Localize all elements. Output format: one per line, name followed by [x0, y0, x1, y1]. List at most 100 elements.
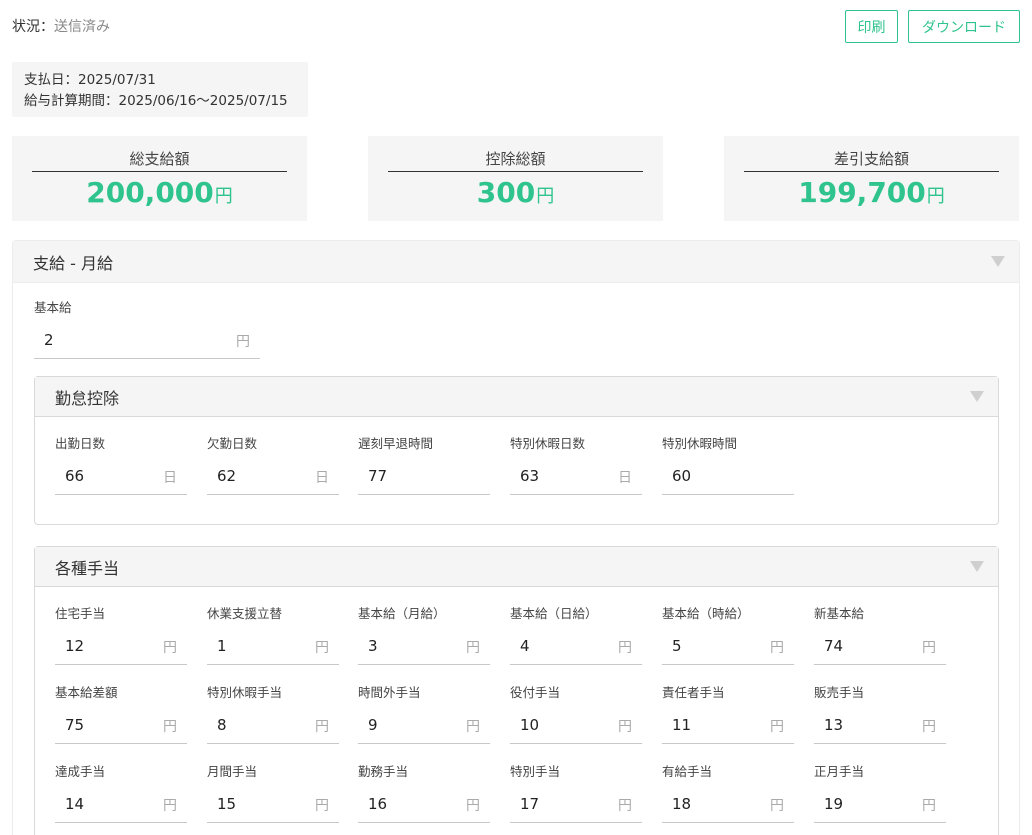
- field-unit: 円: [163, 798, 177, 814]
- field-value: 9: [368, 716, 378, 734]
- field-label: 遅刻早退時間: [358, 436, 434, 451]
- field-unit: 円: [770, 640, 784, 656]
- base-pay-unit: 円: [236, 334, 250, 350]
- field-input[interactable]: 60: [662, 457, 794, 495]
- field-input[interactable]: 10 円: [510, 706, 642, 744]
- field-unit: 円: [922, 640, 936, 656]
- field-input[interactable]: 66 日: [55, 457, 187, 495]
- field-label: 基本給（日給）: [510, 606, 598, 621]
- field-input[interactable]: 18 円: [662, 785, 794, 823]
- field-input[interactable]: 74 円: [814, 627, 946, 665]
- field-input[interactable]: 62 日: [207, 457, 339, 495]
- field-value: 19: [824, 795, 844, 813]
- allowances-title: 各種手当: [55, 558, 120, 578]
- field-unit: 日: [618, 470, 632, 486]
- collapse-triangle-icon[interactable]: [991, 256, 1005, 267]
- field-input[interactable]: 13 円: [814, 706, 946, 744]
- field-input[interactable]: 14 円: [55, 785, 187, 823]
- field-unit: 円: [163, 640, 177, 656]
- attendance-deduction-header[interactable]: 勤怠控除: [35, 377, 998, 417]
- field-unit: 円: [770, 719, 784, 735]
- allowance-field: 基本給（月給） 3 円: [358, 603, 490, 665]
- field-input[interactable]: 17 円: [510, 785, 642, 823]
- field-label: 特別休暇日数: [510, 436, 586, 451]
- collapse-triangle-icon[interactable]: [970, 561, 984, 572]
- pay-period: 給与計算期間：2025/06/16〜2025/07/15: [24, 93, 288, 109]
- field-value: 15: [217, 795, 237, 813]
- field-value: 3: [368, 637, 378, 655]
- field-value: 75: [65, 716, 85, 734]
- collapse-triangle-icon[interactable]: [970, 391, 984, 402]
- allowance-field: 販売手当 13 円: [814, 682, 946, 744]
- field-value: 5: [672, 637, 682, 655]
- net-pay-card: 差引支給額 199,700円: [724, 136, 1019, 221]
- field-input[interactable]: 12 円: [55, 627, 187, 665]
- field-label: 責任者手当: [662, 685, 725, 700]
- allowance-field: 有給手当 18 円: [662, 761, 794, 823]
- monthly-pay-title: 支給 - 月給: [33, 253, 113, 273]
- allowance-field: 達成手当 14 円: [55, 761, 187, 823]
- net-pay-value: 199,700: [798, 176, 926, 209]
- field-value: 18: [672, 795, 692, 813]
- monthly-pay-header[interactable]: 支給 - 月給: [13, 241, 1019, 283]
- field-label: 基本給（時給）: [662, 606, 750, 621]
- field-unit: 円: [922, 719, 936, 735]
- field-unit: 円: [618, 640, 632, 656]
- field-label: 基本給差額: [55, 685, 118, 700]
- field-input[interactable]: 5円: [662, 627, 794, 665]
- field-value: 13: [824, 716, 844, 734]
- field-input[interactable]: 8円: [207, 706, 339, 744]
- base-pay-label: 基本給: [34, 300, 72, 315]
- field-input[interactable]: 4円: [510, 627, 642, 665]
- base-pay-value: 2: [44, 331, 54, 349]
- net-pay-label: 差引支給額: [744, 148, 999, 172]
- field-input[interactable]: 19 円: [814, 785, 946, 823]
- deduction-total-card: 控除総額 300円: [368, 136, 663, 221]
- field-input[interactable]: 1円: [207, 627, 339, 665]
- field-input[interactable]: 63 日: [510, 457, 642, 495]
- gross-pay-card: 総支給額 200,000円: [12, 136, 307, 221]
- field-label: 特別休暇手当: [207, 685, 283, 700]
- payment-date: 支払日：2025/07/31: [24, 72, 156, 88]
- field-unit: 円: [466, 719, 480, 735]
- gross-pay-label: 総支給額: [32, 148, 287, 172]
- field-input[interactable]: 77: [358, 457, 490, 495]
- field-input[interactable]: 15 円: [207, 785, 339, 823]
- download-button[interactable]: ダウンロード: [908, 10, 1020, 43]
- field-input[interactable]: 11 円: [662, 706, 794, 744]
- field-label: 有給手当: [662, 764, 713, 779]
- attendance-field: 特別休暇日数 63 日: [510, 433, 642, 495]
- allowances-header[interactable]: 各種手当: [35, 547, 998, 587]
- print-button[interactable]: 印刷: [845, 10, 898, 43]
- field-value: 60: [672, 467, 692, 485]
- field-value: 4: [520, 637, 530, 655]
- base-pay-input[interactable]: 2 円: [34, 321, 260, 359]
- field-value: 62: [217, 467, 237, 485]
- allowance-field: 正月手当 19 円: [814, 761, 946, 823]
- field-value: 77: [368, 467, 388, 485]
- field-input[interactable]: 75 円: [55, 706, 187, 744]
- field-unit: 円: [163, 719, 177, 735]
- field-unit: 円: [315, 640, 329, 656]
- gross-pay-unit: 円: [214, 186, 233, 207]
- field-value: 12: [65, 637, 85, 655]
- field-input[interactable]: 16 円: [358, 785, 490, 823]
- gross-pay-amount: 200,000円: [12, 176, 307, 209]
- allowance-field: 基本給（時給） 5 円: [662, 603, 794, 665]
- attendance-field: 出勤日数 66 日: [55, 433, 187, 495]
- deduction-total-unit: 円: [536, 186, 555, 207]
- field-unit: 円: [922, 798, 936, 814]
- field-label: 休業支援立替: [207, 606, 283, 621]
- field-input[interactable]: 3円: [358, 627, 490, 665]
- field-unit: 日: [163, 470, 177, 486]
- field-label: 特別手当: [510, 764, 561, 779]
- field-input[interactable]: 9円: [358, 706, 490, 744]
- field-label: 月間手当: [207, 764, 258, 779]
- attendance-field: 欠勤日数 62 日: [207, 433, 339, 495]
- field-label: 役付手当: [510, 685, 561, 700]
- allowance-field: 月間手当 15 円: [207, 761, 339, 823]
- status-label: 状況：: [12, 19, 54, 35]
- field-unit: 円: [466, 798, 480, 814]
- allowance-field: 休業支援立替 1 円: [207, 603, 339, 665]
- field-label: 欠勤日数: [207, 436, 258, 451]
